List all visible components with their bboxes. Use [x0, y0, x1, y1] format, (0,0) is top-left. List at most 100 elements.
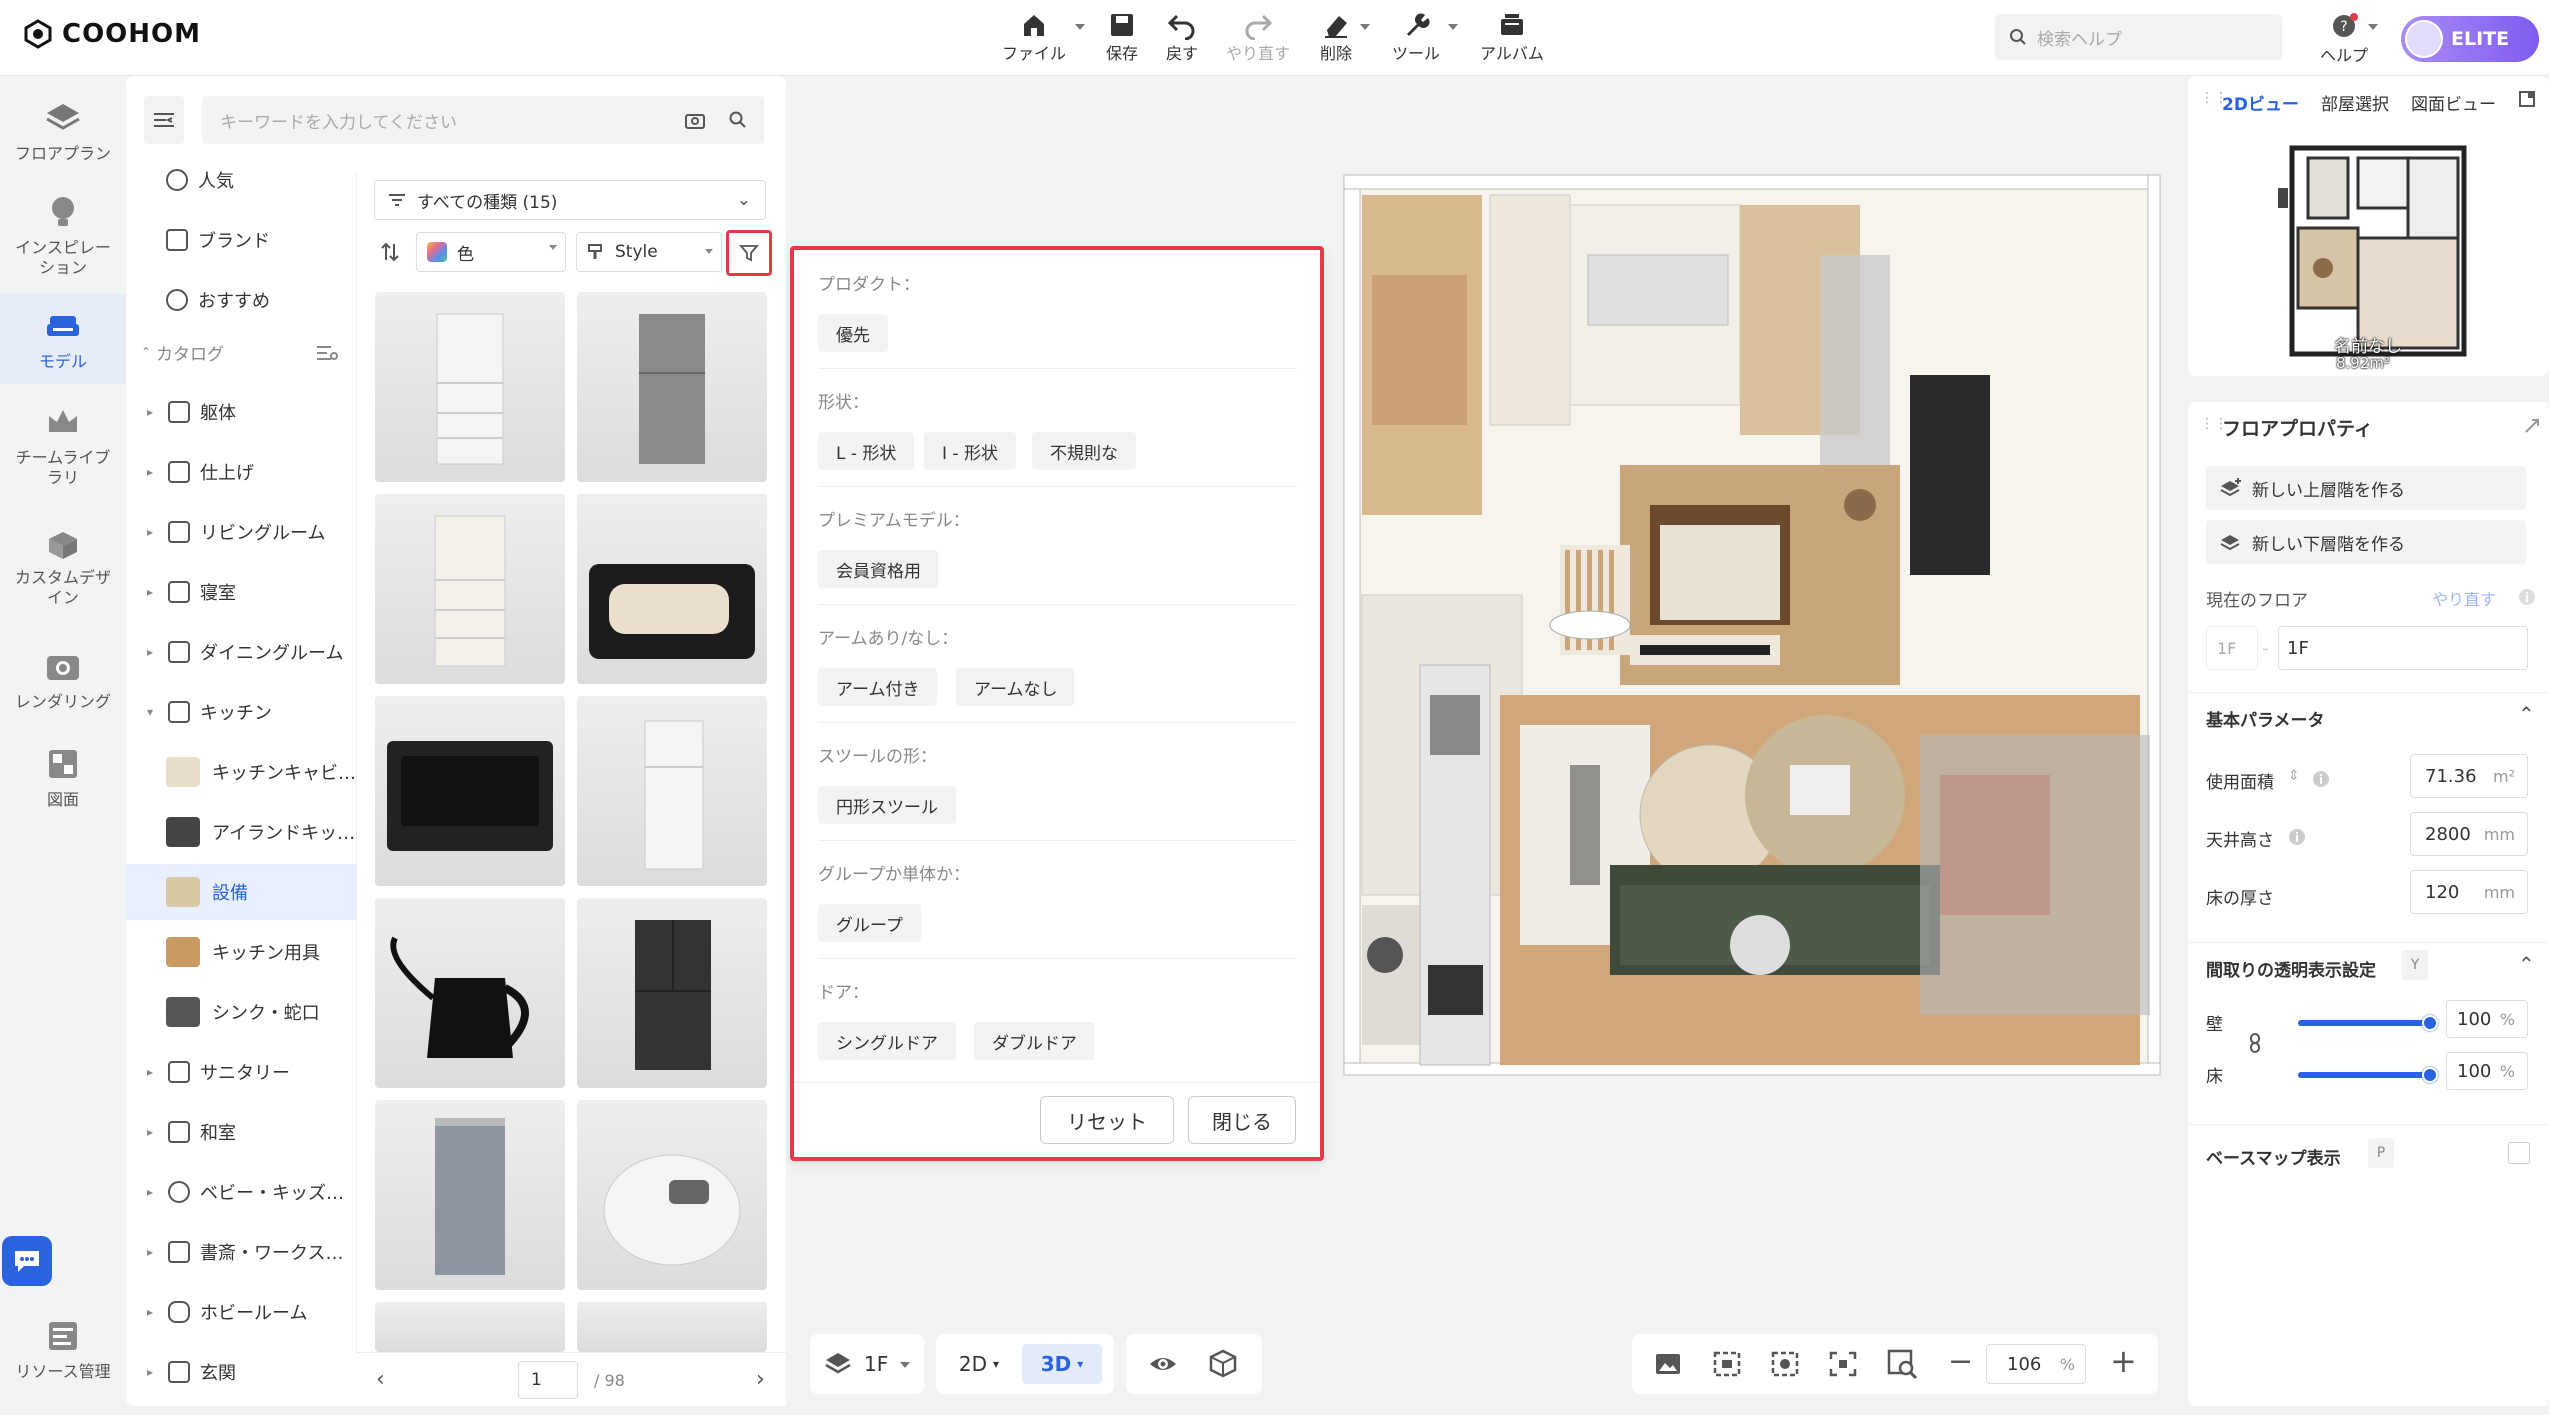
color-select[interactable]: 色 [416, 232, 566, 272]
product-card[interactable] [375, 292, 565, 482]
product-card[interactable] [375, 494, 565, 684]
style-select[interactable]: Style [576, 232, 722, 272]
nav-inspiration[interactable]: インスピレー ション [0, 184, 126, 294]
catalog-section-header[interactable]: ⌃ カタログ [126, 324, 356, 380]
floor-opacity-slider[interactable] [2298, 1067, 2438, 1083]
ceiling-height-input[interactable]: 2800 mm [2410, 812, 2528, 856]
filter-chip[interactable]: L - 形状 [818, 432, 915, 470]
category-kitchenware[interactable]: キッチン用具 [126, 924, 356, 980]
filter-reset-button[interactable]: リセット [1040, 1096, 1174, 1144]
floor-thickness-input[interactable]: 120 mm [2410, 870, 2528, 914]
zoom-in-button[interactable]: + [2110, 1342, 2137, 1380]
fit-view-icon[interactable] [1828, 1350, 1858, 1378]
cube-icon[interactable] [1208, 1348, 1238, 1378]
zoom-input[interactable]: 106 % [1986, 1344, 2086, 1384]
nav-resource-management[interactable]: リソース管理 [0, 1308, 126, 1398]
undo-button[interactable]: 戻す [1166, 10, 1198, 64]
filter-close-button[interactable]: 閉じる [1188, 1096, 1296, 1144]
wall-opacity-input[interactable]: 100% [2446, 1000, 2528, 1038]
nav-rendering[interactable]: レンダリング [0, 638, 126, 728]
filter-chip[interactable]: アームなし [956, 668, 1076, 706]
product-card-partial[interactable] [375, 1302, 565, 1352]
zoom-area-icon[interactable] [1886, 1348, 1918, 1380]
view-3d-button[interactable]: 3D ▾ [1022, 1344, 1102, 1384]
product-card[interactable] [577, 292, 767, 482]
save-button[interactable]: 保存 [1106, 10, 1138, 64]
filter-chip[interactable]: 不規則な [1032, 432, 1136, 470]
chevron-up-icon[interactable]: ⌃ [2518, 952, 2535, 976]
file-caret-icon[interactable] [1075, 24, 1085, 30]
help-caret-icon[interactable] [2368, 24, 2378, 30]
nav-custom-design[interactable]: カスタムデザ イン [0, 514, 126, 624]
product-card[interactable] [375, 696, 565, 886]
category-sink-faucet[interactable]: シンク・蛇口 [126, 984, 356, 1040]
delete-caret-icon[interactable] [1360, 24, 1370, 30]
sort-button[interactable] [374, 232, 406, 272]
product-card[interactable] [577, 696, 767, 886]
wall-slider-handle[interactable] [2422, 1015, 2438, 1031]
category-brand[interactable]: ブランド [126, 212, 356, 268]
category-hobby-room[interactable]: ▸ ホビールーム [126, 1284, 356, 1340]
nav-model[interactable]: モデル [0, 294, 126, 384]
area-input[interactable]: 71.36 m² [2410, 754, 2528, 798]
new-upper-floor-button[interactable]: 新しい上層階を作る [2206, 466, 2526, 510]
nav-team-library[interactable]: チームライブ ラリ [0, 394, 126, 504]
eye-icon[interactable] [1148, 1350, 1178, 1378]
nav-floorplan[interactable]: フロアプラン [0, 90, 126, 180]
category-equipment[interactable]: 設備 [126, 864, 356, 920]
product-card-partial[interactable] [577, 1302, 767, 1352]
redo-button[interactable]: やり直す [1226, 10, 1290, 64]
tab-drawing-view[interactable]: 図面ビュー [2411, 90, 2496, 115]
category-sanitary[interactable]: ▸ サニタリー [126, 1044, 356, 1100]
collapse-minimap-icon[interactable] [2518, 90, 2536, 108]
filter-chip[interactable]: グループ [818, 904, 921, 942]
tab-2d-view[interactable]: 2Dビュー [2222, 90, 2299, 115]
category-entrance[interactable]: ▸ 玄関 [126, 1344, 356, 1400]
delete-menu[interactable]: 削除 [1320, 10, 1352, 64]
help-search-input[interactable]: 検索ヘルプ [1995, 14, 2283, 60]
prev-page-icon[interactable]: ‹ [376, 1367, 385, 1392]
link-chain-icon[interactable] [2248, 1032, 2262, 1054]
image-icon[interactable] [1654, 1352, 1682, 1376]
filter-chip[interactable]: シングルドア [818, 1022, 956, 1060]
user-elite-badge[interactable]: ELITE [2401, 16, 2539, 62]
category-living-room[interactable]: ▸ リビングルーム [126, 504, 356, 560]
minimap-floorplan[interactable] [2278, 138, 2478, 364]
page-input[interactable]: 1 [518, 1361, 578, 1399]
album-button[interactable]: アルバム [1480, 10, 1544, 64]
filter-chip[interactable]: 会員資格用 [818, 550, 939, 588]
category-finishing[interactable]: ▸ 仕上げ [126, 444, 356, 500]
nav-drawing[interactable]: 図面 [0, 736, 126, 826]
floor-redo-link[interactable]: やり直す [2432, 586, 2496, 610]
filter-chip[interactable]: 円形スツール [818, 786, 956, 824]
category-kitchen[interactable]: ▾ キッチン [126, 684, 356, 740]
app-logo[interactable]: COOHOM [22, 18, 201, 50]
tools-caret-icon[interactable] [1448, 24, 1458, 30]
filter-chip[interactable]: ダブルドア [974, 1022, 1095, 1060]
next-page-icon[interactable]: › [756, 1367, 765, 1392]
frame-select-icon[interactable] [1712, 1350, 1742, 1378]
settings-frame-icon[interactable] [1770, 1350, 1800, 1378]
product-card[interactable] [577, 494, 767, 684]
new-lower-floor-button[interactable]: 新しい下層階を作る [2206, 520, 2526, 564]
model-search-input[interactable]: キーワードを入力してください [202, 96, 764, 144]
zoom-out-button[interactable]: − [1948, 1344, 1973, 1379]
category-island-kitchen[interactable]: アイランドキッ… [126, 804, 356, 860]
filter-chip[interactable]: I - 形状 [924, 432, 1016, 470]
category-structure[interactable]: ▸ 躯体 [126, 384, 356, 440]
collapse-panel-button[interactable] [144, 96, 184, 144]
product-card[interactable] [577, 898, 767, 1088]
wall-opacity-slider[interactable] [2298, 1015, 2438, 1031]
image-search-camera-icon[interactable] [684, 110, 706, 130]
search-icon[interactable] [728, 110, 748, 130]
category-recommended[interactable]: おすすめ [126, 272, 356, 328]
3d-viewport[interactable] [1320, 165, 2170, 1095]
help-button[interactable]: ? ヘルプ [2320, 12, 2368, 66]
view-2d-button[interactable]: 2D ▾ [946, 1344, 1012, 1384]
basemap-checkbox[interactable] [2508, 1142, 2530, 1164]
tools-menu[interactable]: ツール [1392, 10, 1440, 64]
floor-name-input[interactable]: 1F [2278, 626, 2528, 670]
category-japanese-room[interactable]: ▸ 和室 [126, 1104, 356, 1160]
type-select[interactable]: すべての種類 (15) ⌄ [374, 180, 766, 220]
floor-selector[interactable]: 1F [810, 1334, 924, 1394]
